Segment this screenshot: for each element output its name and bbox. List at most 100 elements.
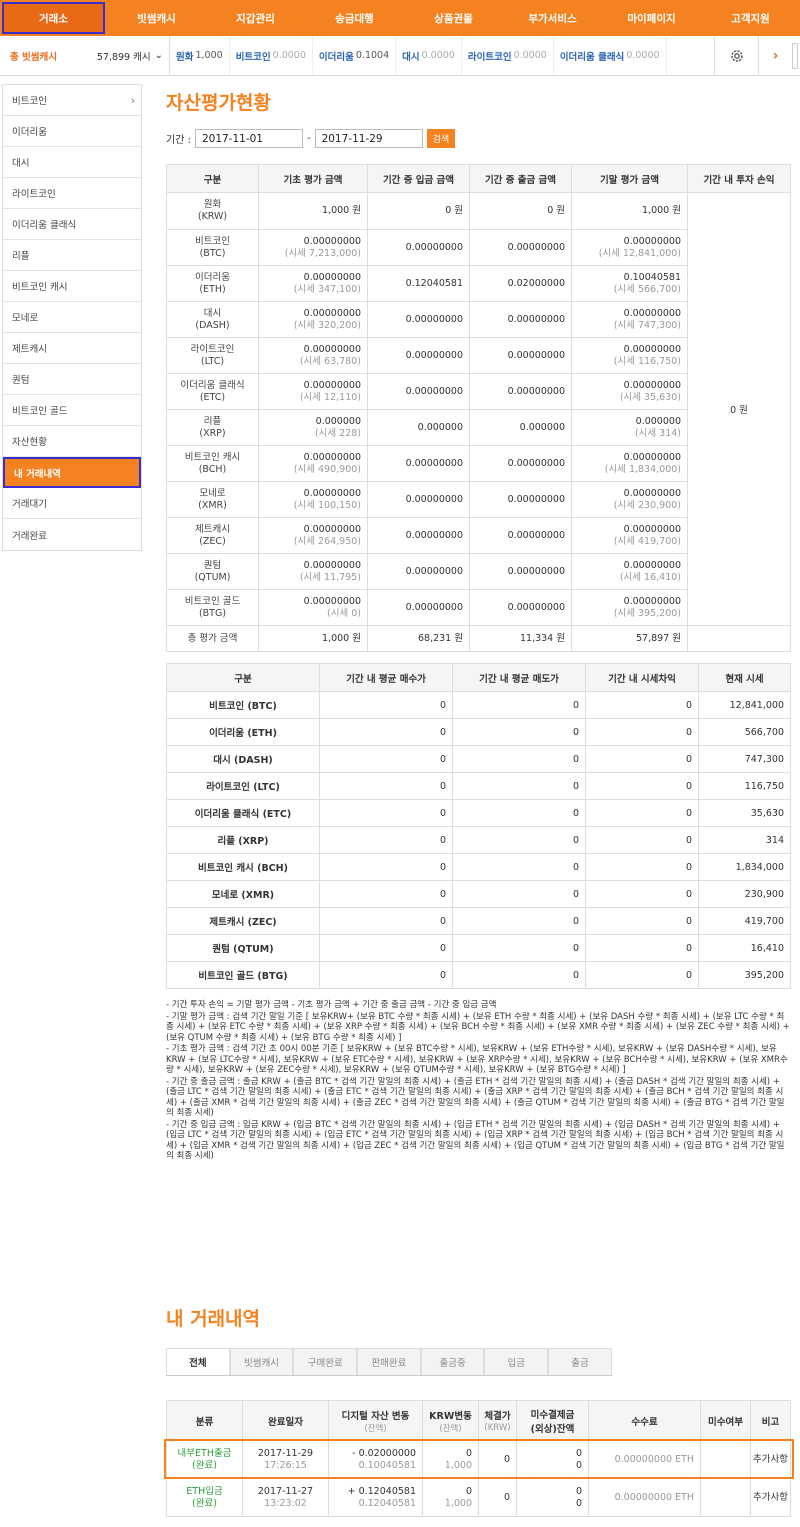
note-cell[interactable]: 추가사항 xyxy=(750,1478,791,1517)
end-amount: 0.00000000 (시세 16,410) xyxy=(571,553,688,590)
col-header: 디지털 자산 변동 (잔액) xyxy=(328,1400,423,1441)
tab-withdrawing[interactable]: 출금중 xyxy=(420,1348,485,1375)
coin-code: (DASH) xyxy=(195,319,230,331)
sidebar-item-pending[interactable]: 거래대기 xyxy=(3,488,141,519)
sidebar-item-qtum[interactable]: 퀀텀 xyxy=(3,364,141,395)
date-to-input[interactable]: 2017-11-29 xyxy=(314,129,423,148)
coin-code: (ETC) xyxy=(199,391,226,403)
gear-icon[interactable] xyxy=(714,36,758,75)
col-header: 기간 중 출금 금액 xyxy=(469,164,572,193)
asset-name: 비트코인 캐시 (BCH) xyxy=(166,445,259,482)
chevron-right-icon: › xyxy=(130,93,135,107)
tab-withdraw[interactable]: 출금 xyxy=(548,1348,612,1375)
empty-cell xyxy=(687,625,791,652)
deposit-amount: 0 원 xyxy=(367,192,470,230)
coin-name: 이더리움 클래식 xyxy=(180,379,245,391)
sidebar-item-zec[interactable]: 제트캐시 xyxy=(3,333,141,364)
table-row: 제트캐시 (ZEC) 0 0 0 419,700 xyxy=(166,907,791,935)
sidebar-item-xmr[interactable]: 모네로 xyxy=(3,302,141,333)
coin-code: (KRW) xyxy=(197,211,228,222)
sidebar-item-dash[interactable]: 대시 xyxy=(3,147,141,178)
rate: (시세 7,213,000) xyxy=(284,247,361,259)
tab-deposit[interactable]: 입금 xyxy=(484,1348,549,1375)
tab-bithumb-cash[interactable]: 빗썸캐시 xyxy=(229,1348,294,1375)
col-header: 비고 xyxy=(750,1400,791,1441)
end-amount: 0.10040581 (시세 566,700) xyxy=(571,265,688,302)
balance-value: 1,000 xyxy=(195,50,223,61)
note-text: - 기말 평가 금액 : 검색 기간 말일 기준 [ 보유KRW+ (보유 BT… xyxy=(166,1011,790,1043)
tab-sell-complete[interactable]: 판매완료 xyxy=(357,1348,421,1375)
price-diff: 0 xyxy=(585,853,699,881)
type-cell[interactable]: 내부ETH출금 (완료) xyxy=(166,1440,243,1479)
balance-etc[interactable]: 이더리움 클래식 0.0000 xyxy=(554,36,667,75)
coin-name: 비트코인 (BTC) xyxy=(166,691,320,719)
sidebar-item-eth[interactable]: 이더리움 xyxy=(3,116,141,147)
col-header: 현재 시세 xyxy=(698,663,791,692)
table-row: ETH입금 (완료) 2017-11-27 13:23:02 + 0.12040581 0… xyxy=(166,1478,791,1517)
balance-dash[interactable]: 대시 0.0000 xyxy=(396,36,462,75)
nav-remittance[interactable]: 송금대행 xyxy=(305,0,404,36)
nav-extra-services[interactable]: 부가서비스 xyxy=(503,0,602,36)
end-amount: 0.00000000 (시세 116,750) xyxy=(571,337,688,374)
sidebar-item-ltc[interactable]: 라이트코인 xyxy=(3,178,141,209)
coin-code: (LTC) xyxy=(200,355,225,367)
coin-code: (BCH) xyxy=(198,463,227,475)
balance-name: 이더리움 클래식 xyxy=(559,51,625,63)
sidebar-item-btg[interactable]: 비트코인 골드 xyxy=(3,395,141,426)
type-cell[interactable]: ETH입금 (완료) xyxy=(166,1478,243,1517)
nav-bithumb-cash[interactable]: 빗썸캐시 xyxy=(107,0,206,36)
period-filter: 기간 : 2017-11-01 - 2017-11-29 검색 xyxy=(166,129,456,148)
search-button[interactable]: 검색 xyxy=(426,129,456,148)
begin-amount: 0.00000000 (시세 0) xyxy=(258,589,368,626)
rate: (시세 100,150) xyxy=(293,499,361,511)
balance-krw[interactable]: 원화 1,000 xyxy=(170,36,230,75)
krw-change-cell: 0 1,000 xyxy=(422,1478,479,1517)
rate: (시세 395,200) xyxy=(613,607,681,619)
rate: (시세 11,795) xyxy=(299,571,361,583)
withdraw-amount: 0.00000000 xyxy=(469,445,572,482)
sidebar-item-etc[interactable]: 이더리움 클래식 xyxy=(3,209,141,240)
deposit-amount: 0.00000000 xyxy=(367,589,470,626)
deposit-amount: 0.00000000 xyxy=(367,229,470,266)
total-label: 총 평가 금액 xyxy=(166,625,259,652)
fee-cell: 0.00000000 ETH xyxy=(588,1478,701,1517)
sidebar-item-assets[interactable]: 자산현황 xyxy=(3,426,141,457)
chevron-right-icon[interactable]: › xyxy=(758,36,792,75)
avg-buy: 0 xyxy=(319,853,453,881)
current-price: 16,410 xyxy=(698,934,791,962)
price-diff: 0 xyxy=(585,934,699,962)
withdraw-amount: 0.00000000 xyxy=(469,517,572,554)
asset-name: 원화 (KRW) xyxy=(166,192,259,230)
amount: 0.00000000 xyxy=(303,487,361,499)
sidebar-item-btc[interactable]: 비트코인 › xyxy=(3,85,141,116)
total-cash-dropdown[interactable]: 총 빗썸캐시 57,899 캐시 ⌄ xyxy=(0,36,170,75)
deposit-amount: 0.00000000 xyxy=(367,301,470,338)
coin-code: (ETH) xyxy=(199,283,226,295)
nav-wallet[interactable]: 지갑관리 xyxy=(206,0,305,36)
balance-eth[interactable]: 이더리움 0.1004 xyxy=(313,36,397,75)
nav-support[interactable]: 고객지원 xyxy=(701,0,800,36)
total-deposit: 68,231 원 xyxy=(367,625,470,652)
coin-name: 모네로 (XMR) xyxy=(166,880,320,908)
nav-exchange[interactable]: 거래소 xyxy=(2,2,105,34)
balance-ltc[interactable]: 라이트코인 0.0000 xyxy=(462,36,554,75)
balance-name: 라이트코인 xyxy=(467,51,512,63)
begin-amount: 0.00000000 (시세 12,110) xyxy=(258,373,368,410)
current-price: 230,900 xyxy=(698,880,791,908)
tab-buy-complete[interactable]: 구매완료 xyxy=(293,1348,358,1375)
nav-mypage[interactable]: 마이페이지 xyxy=(602,0,701,36)
deposit-amount: 0.00000000 xyxy=(367,553,470,590)
balance-btc[interactable]: 비트코인 0.0000 xyxy=(230,36,313,75)
sidebar-item-my-history[interactable]: 내 거래내역 xyxy=(3,457,141,488)
sidebar-item-xrp[interactable]: 리플 xyxy=(3,240,141,271)
tab-all[interactable]: 전체 xyxy=(166,1348,230,1375)
sidebar-item-completed[interactable]: 거래완료 xyxy=(3,519,141,550)
sidebar-item-bch[interactable]: 비트코인 캐시 xyxy=(3,271,141,302)
note-cell[interactable]: 추가사항 xyxy=(750,1440,791,1479)
rate: (시세 230,900) xyxy=(613,499,681,511)
date-from-input[interactable]: 2017-11-01 xyxy=(194,129,303,148)
coin-name: 대시 xyxy=(203,307,222,319)
nav-giftcard-mall[interactable]: 상품권몰 xyxy=(404,0,503,36)
col-header: 구분 xyxy=(166,663,320,692)
balance-name: 비트코인 xyxy=(235,51,271,63)
